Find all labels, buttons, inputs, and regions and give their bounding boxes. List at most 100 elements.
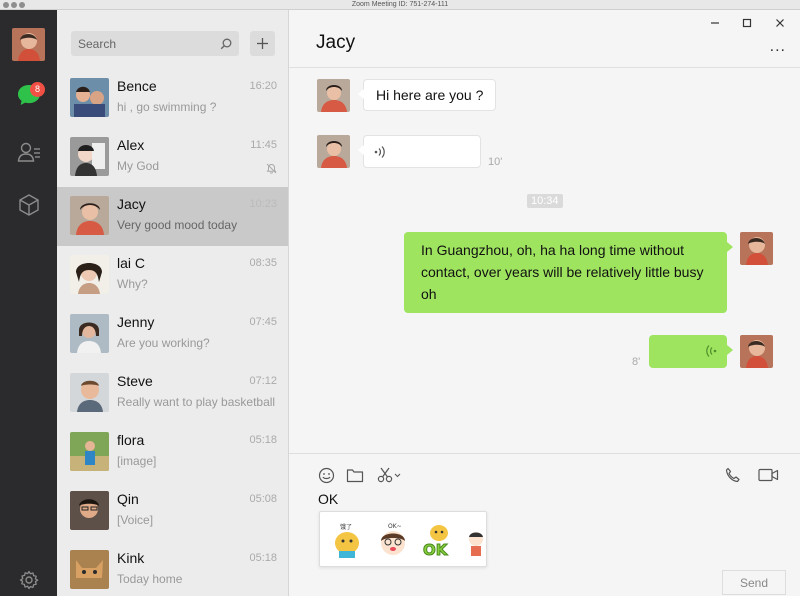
voice-duration: 8' <box>632 356 641 368</box>
chat-item-preview: Are you working? <box>117 336 210 350</box>
message-input[interactable]: OK <box>318 491 338 507</box>
scissors-icon <box>377 467 401 483</box>
chat-item-name: flora <box>117 432 145 448</box>
search-box[interactable] <box>71 31 239 56</box>
avatar <box>70 491 109 530</box>
incoming-message-bubble: Hi here are you ? <box>357 79 497 111</box>
screenshot-button[interactable] <box>374 464 404 486</box>
message-timestamp: 10:34 <box>527 194 563 208</box>
chat-item-preview: My God <box>117 159 160 173</box>
message-composer: OK 饿了 OK~ OK Send <box>289 453 800 596</box>
plus-icon <box>257 38 268 49</box>
maximize-button[interactable] <box>739 15 755 31</box>
chat-item-steve[interactable]: Steve 07:12 Really want to play basketba… <box>57 364 288 423</box>
chat-item-preview: Today home <box>117 572 183 586</box>
outgoing-voice-message[interactable] <box>649 335 733 368</box>
outgoing-message-bubble: In Guangzhou, oh, ha ha long time withou… <box>404 232 733 313</box>
svg-text:饿了: 饿了 <box>340 523 352 531</box>
sticker-item[interactable]: 饿了 <box>328 521 366 559</box>
chat-item-name: lai C <box>117 255 146 271</box>
conversation-panel: Jacy ... Hi here are you ? 10' 10:34 In … <box>289 10 800 596</box>
maximize-icon <box>742 18 752 28</box>
chat-item-jacy[interactable]: Jacy 10:23 Very good mood today <box>57 187 288 246</box>
window-title: Zoom Meeting ID: 751-274-111 <box>351 1 449 8</box>
search-icon[interactable] <box>220 37 232 55</box>
contact-avatar[interactable] <box>317 79 350 112</box>
message-text: Hi here are you ? <box>376 87 484 103</box>
avatar <box>70 196 109 235</box>
sticker-ok[interactable]: OK <box>420 521 458 560</box>
chat-item-time: 05:08 <box>249 493 277 505</box>
svg-text:OK: OK <box>423 541 449 559</box>
chat-item-jenny[interactable]: Jenny 07:45 Are you working? <box>57 305 288 364</box>
voice-wave-icon <box>374 146 385 158</box>
chat-item-name: Jenny <box>117 314 155 330</box>
avatar <box>70 255 109 294</box>
settings-gear-icon[interactable] <box>15 566 43 594</box>
video-camera-icon <box>757 468 778 482</box>
my-avatar[interactable] <box>12 28 45 61</box>
contact-avatar[interactable] <box>317 135 350 168</box>
chat-item-preview: Really want to play basketball <box>117 395 276 409</box>
voice-wave-icon <box>706 345 717 357</box>
minimize-icon <box>711 22 719 24</box>
message-text-line: contact, over years will be relatively l… <box>421 264 704 280</box>
chat-item-name: Alex <box>117 137 145 153</box>
chat-item-qin[interactable]: Qin 05:08 [Voice] <box>57 482 288 541</box>
close-button[interactable] <box>772 15 788 31</box>
chat-item-preview: Very good mood today <box>117 218 238 232</box>
search-input[interactable] <box>71 31 211 56</box>
my-avatar[interactable] <box>740 232 773 265</box>
phone-icon <box>725 467 740 483</box>
close-icon <box>776 19 784 27</box>
chat-item-time: 05:18 <box>249 434 277 446</box>
emoji-icon <box>318 467 334 483</box>
video-call-button[interactable] <box>755 464 781 486</box>
message-text-line: oh <box>421 286 437 302</box>
chat-item-time: 16:20 <box>249 80 277 92</box>
avatar <box>70 373 109 412</box>
box-icon[interactable] <box>15 191 43 219</box>
chat-item-time: 05:18 <box>249 552 277 564</box>
chat-item-preview: [Voice] <box>117 513 154 527</box>
chat-item-name: Jacy <box>117 196 146 212</box>
mute-bell-icon <box>266 161 277 179</box>
chat-item-name: Bence <box>117 78 157 94</box>
avatar <box>70 432 109 471</box>
file-button[interactable] <box>344 464 366 486</box>
folder-icon <box>346 468 364 482</box>
my-avatar[interactable] <box>740 335 773 368</box>
incoming-voice-message[interactable] <box>358 135 481 168</box>
chat-item-time: 10:23 <box>249 198 277 210</box>
chat-item-preview: [image] <box>117 454 157 468</box>
chat-item-preview: Why? <box>117 277 148 291</box>
chat-item-name: Qin <box>117 491 139 507</box>
chat-item-lai-c[interactable]: lai C 08:35 Why? <box>57 246 288 305</box>
voice-call-button[interactable] <box>722 464 744 486</box>
message-text-line: In Guangzhou, oh, ha ha long time withou… <box>421 242 685 258</box>
sticker-suggestions: 饿了 OK~ OK <box>319 511 487 567</box>
chat-item-alex[interactable]: Alex 11:45 My God <box>57 128 288 187</box>
chat-item-time: 07:12 <box>249 375 277 387</box>
sidebar-rail: 8 <box>0 10 57 596</box>
more-options-button[interactable]: ... <box>770 38 786 56</box>
svg-text:OK~: OK~ <box>388 523 402 530</box>
add-chat-button[interactable] <box>250 31 275 56</box>
conversation-title: Jacy <box>316 32 356 53</box>
sticker-item[interactable]: OK~ <box>374 521 412 559</box>
chat-item-bence[interactable]: Bence 16:20 hi , go swimming ? <box>57 69 288 128</box>
chat-item-kink[interactable]: Kink 05:18 Today home <box>57 541 288 596</box>
unread-badge: 8 <box>30 82 45 97</box>
contacts-icon[interactable] <box>15 138 43 166</box>
emoji-button[interactable] <box>315 464 337 486</box>
avatar <box>70 550 109 589</box>
chat-item-time: 11:45 <box>250 139 277 151</box>
send-button[interactable]: Send <box>722 570 786 595</box>
avatar <box>70 314 109 353</box>
chat-item-name: Kink <box>117 550 145 566</box>
minimize-button[interactable] <box>707 15 723 31</box>
chat-item-flora[interactable]: flora 05:18 [image] <box>57 423 288 482</box>
sticker-item[interactable] <box>466 521 486 559</box>
conversation-header: Jacy ... <box>289 10 800 68</box>
avatar <box>70 78 109 117</box>
